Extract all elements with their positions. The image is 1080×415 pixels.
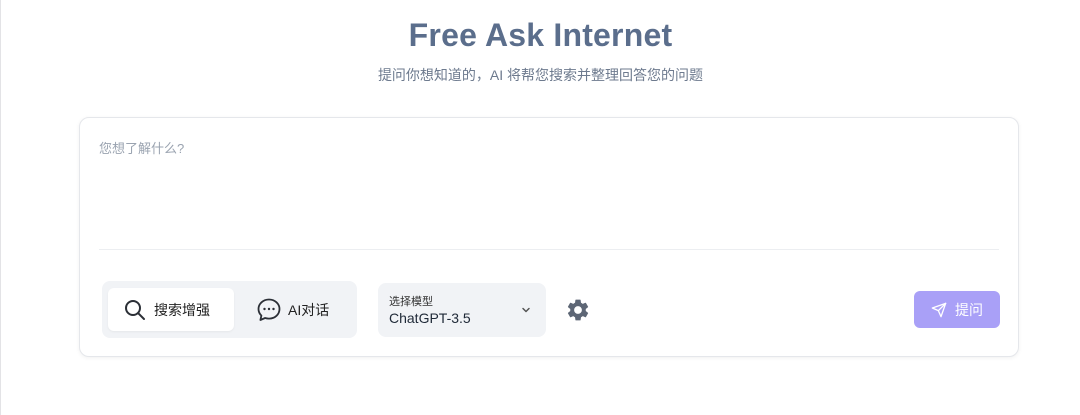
page-subtitle: 提问你想知道的，AI 将帮您搜索并整理回答您的问题 — [377, 67, 704, 83]
page: Free Ask Internet 提问你想知道的，AI 将帮您搜索并整理回答您… — [0, 0, 1080, 415]
model-select-value: ChatGPT-3.5 — [389, 310, 471, 326]
divider — [99, 249, 999, 250]
mode-ai-chat-button[interactable]: AI对话 — [242, 288, 354, 331]
model-select[interactable]: 选择模型 ChatGPT-3.5 — [378, 283, 546, 337]
submit-button-label: 提问 — [955, 301, 983, 318]
mode-toggle-group: 搜索增强 AI对话 — [102, 281, 357, 338]
chat-bubble-icon — [256, 297, 282, 323]
mode-chat-label: AI对话 — [288, 301, 330, 318]
search-icon — [122, 297, 148, 323]
page-title: Free Ask Internet — [408, 17, 673, 53]
chevron-down-icon — [520, 303, 532, 315]
query-input[interactable] — [99, 134, 999, 248]
model-select-caption: 选择模型 — [389, 296, 433, 308]
gear-icon[interactable] — [565, 297, 591, 323]
send-icon — [931, 302, 947, 318]
mode-search-enhanced-button[interactable]: 搜索增强 — [108, 288, 234, 331]
submit-button[interactable]: 提问 — [914, 291, 1000, 328]
query-card: 搜索增强 AI对话 选择模型 ChatGPT-3.5 — [79, 117, 1019, 357]
mode-search-label: 搜索增强 — [154, 301, 210, 318]
